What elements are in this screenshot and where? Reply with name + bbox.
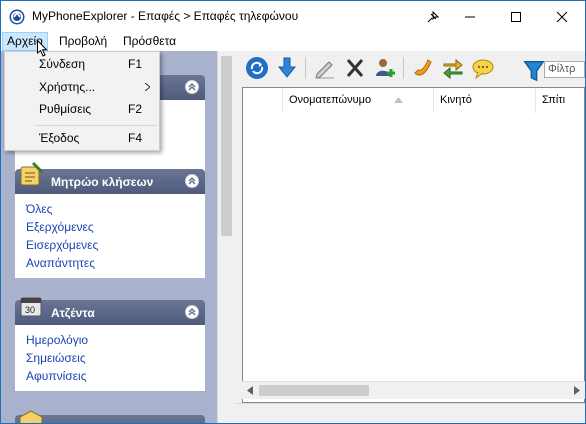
link-alarms[interactable]: Αφυπνίσεις [26,367,205,385]
scroll-right-icon[interactable] [574,386,580,395]
calendar-icon: 30 [20,297,42,317]
menu-addons[interactable]: Πρόσθετα [119,32,180,51]
column-header-name[interactable]: Ονοματεπώνυμο [283,88,434,113]
close-icon [556,11,568,23]
call-log-panel: Μητρώο κλήσεων Όλες Εξερχόμενες Εισερχόμ… [15,161,205,278]
grid-horizontal-scrollbar[interactable] [242,381,585,399]
link-incoming-calls[interactable]: Εισερχόμενες [26,236,205,254]
link-missed-calls[interactable]: Αναπάντητες [26,254,205,272]
add-contact-icon[interactable] [373,56,397,80]
filter-input[interactable]: Φίλτρ [544,61,585,78]
app-logo-icon [9,9,25,25]
minimize-button[interactable] [447,1,493,32]
menu-item-label: Ρυθμίσεις [39,102,92,116]
message-icon[interactable] [471,56,495,80]
window-title: MyPhoneExplorer - Επαφές > Επαφές τηλεφώ… [32,9,299,23]
menu-item-settings[interactable]: Ρυθμίσεις F2 [6,98,158,120]
call-log-panel-body: Όλες Εξερχόμενες Εισερχόμενες Αναπάντητε… [15,194,205,278]
contacts-grid[interactable]: Ονοματεπώνυμο Κινητό Σπίτι [242,87,585,403]
refresh-icon[interactable] [245,56,269,80]
column-header-icon[interactable] [243,88,283,113]
svg-text:30: 30 [25,305,35,315]
messages-panel [15,410,205,423]
sort-ascending-icon [394,97,403,103]
collapse-icon[interactable] [185,305,199,319]
menu-item-shortcut: F2 [128,102,143,116]
collapse-icon[interactable] [185,80,199,94]
menu-bar: Αρχείο Προβολή Πρόσθετα [1,32,585,51]
edit-icon[interactable] [313,56,337,80]
menu-item-shortcut: F4 [128,131,143,145]
menu-view[interactable]: Προβολή [55,32,111,51]
download-icon[interactable] [275,56,299,80]
file-menu-dropdown: Σύνδεση F1 Χρήστης... Ρυθμίσεις F2 Έξοδο… [4,51,160,151]
column-header-mobile[interactable]: Κινητό [434,88,536,113]
horizontal-scrollbar-thumb[interactable] [259,385,369,396]
link-outgoing-calls[interactable]: Εξερχόμενες [26,218,205,236]
call-log-icon [20,161,44,186]
toolbar-separator [403,57,404,79]
status-bar [234,403,585,423]
mouse-cursor-icon [37,40,48,57]
submenu-arrow-icon [145,83,150,91]
maximize-button[interactable] [493,1,539,32]
minimize-icon [465,16,475,18]
pin-icon [427,11,439,23]
toolbar: Φίλτρ [237,51,585,87]
column-header-home[interactable]: Σπίτι [536,88,584,113]
scroll-left-icon[interactable] [247,386,253,395]
organizer-panel: 30 Ατζέντα Ημερολόγιο Σημειώσεις Αφυπνίσ… [15,297,205,391]
link-notes[interactable]: Σημειώσεις [26,349,205,367]
scrollbar-thumb[interactable] [221,56,232,236]
menu-item-shortcut: F1 [128,57,143,71]
title-bar[interactable]: MyPhoneExplorer - Επαφές > Επαφές τηλεφώ… [1,1,585,32]
navigation-scrollbar[interactable] [217,51,235,423]
menu-separator [35,125,157,126]
messages-icon [19,410,43,423]
call-log-title: Μητρώο κλήσεων [51,175,154,189]
call-icon[interactable] [411,56,435,80]
delete-icon[interactable] [343,56,367,80]
collapse-icon[interactable] [185,174,199,188]
messages-panel-header[interactable] [15,410,205,423]
menu-item-exit[interactable]: Έξοδος F4 [6,127,158,149]
menu-item-connect[interactable]: Σύνδεση F1 [6,53,158,75]
maximize-icon [511,12,521,22]
link-all-calls[interactable]: Όλες [26,200,205,218]
organizer-panel-body: Ημερολόγιο Σημειώσεις Αφυπνίσεις [15,325,205,391]
menu-item-label: Έξοδος [39,131,80,145]
link-calendar[interactable]: Ημερολόγιο [26,331,205,349]
organizer-title: Ατζέντα [51,306,95,320]
organizer-panel-header[interactable]: 30 Ατζέντα [15,297,205,325]
sync-icon[interactable] [441,56,465,80]
menu-item-user[interactable]: Χρήστης... [6,76,158,98]
grid-header: Ονοματεπώνυμο Κινητό Σπίτι [243,88,584,113]
menu-item-label: Χρήστης... [39,80,96,94]
call-log-panel-header[interactable]: Μητρώο κλήσεων [15,161,205,194]
filter-icon[interactable] [522,59,546,83]
toolbar-separator [305,57,306,79]
close-button[interactable] [539,1,585,32]
app-window: MyPhoneExplorer - Επαφές > Επαφές τηλεφώ… [0,0,586,424]
